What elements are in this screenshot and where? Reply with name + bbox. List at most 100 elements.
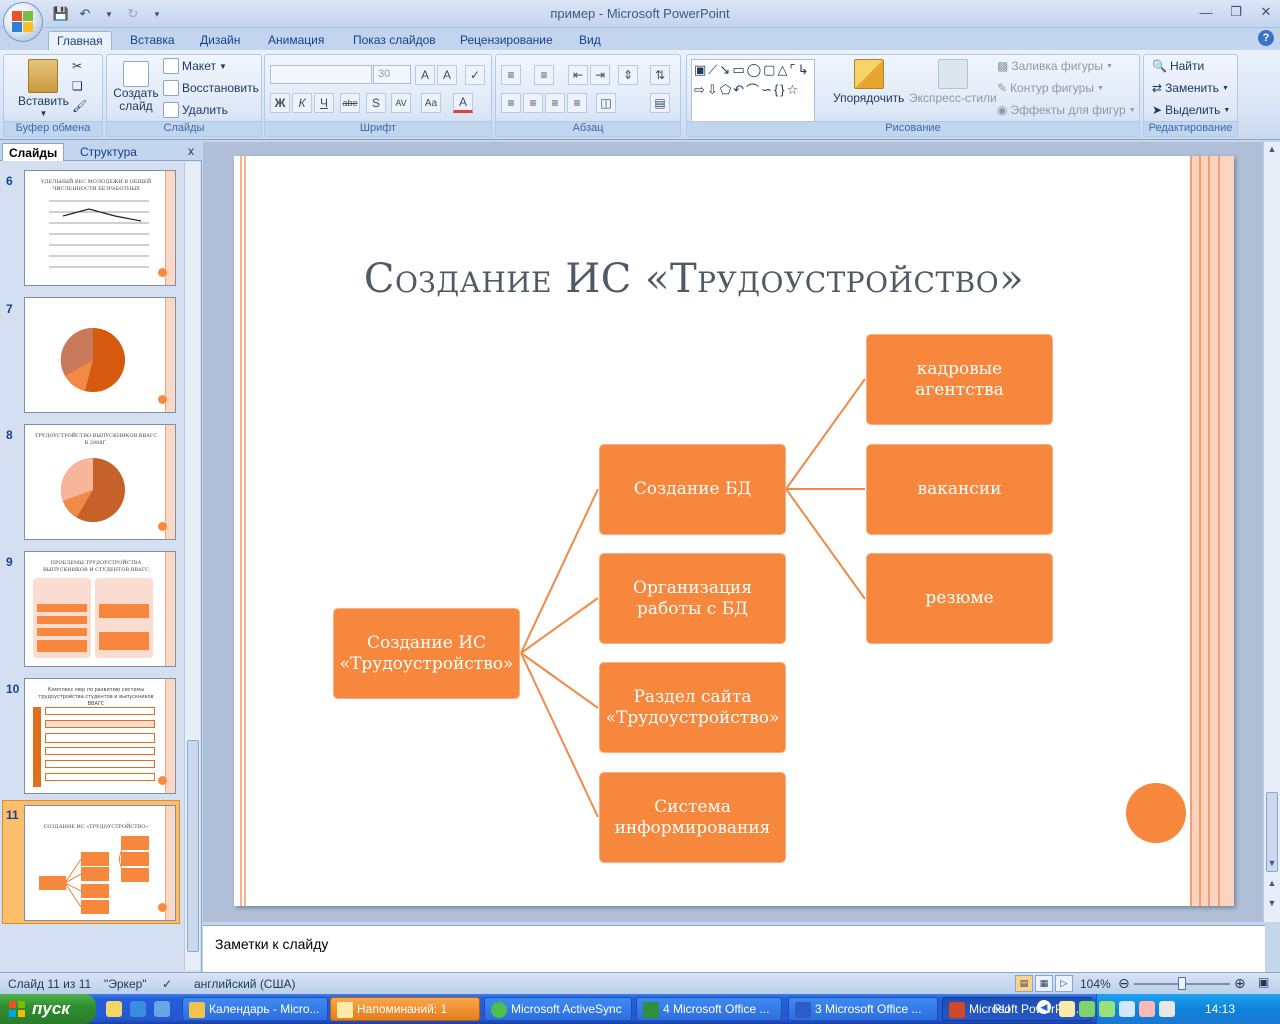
wave-shape-icon[interactable]: ∽	[761, 82, 772, 98]
flowchart-shape-icon[interactable]: ⬠	[720, 82, 731, 98]
diagram-node-db[interactable]: Создание БД	[599, 444, 786, 535]
language-bar[interactable]: RU	[993, 1002, 1010, 1016]
zoom-in-icon[interactable]: ⊕	[1234, 975, 1246, 992]
help-icon[interactable]: ?	[1258, 30, 1274, 46]
security-tray-icon[interactable]	[1139, 1001, 1155, 1017]
align-text-icon[interactable]: ▤	[650, 93, 670, 113]
minimize-icon[interactable]: —	[1198, 3, 1214, 21]
zoom-slider-handle[interactable]	[1178, 977, 1186, 990]
rectangle-shape-icon[interactable]: ▭	[732, 62, 744, 78]
textbox-shape-icon[interactable]: ▣	[694, 62, 706, 78]
taskbar-activesync[interactable]: Microsoft ActiveSync	[484, 997, 632, 1021]
italic-icon[interactable]: К	[292, 93, 312, 113]
brace-left-icon[interactable]: {	[774, 82, 778, 97]
curve-shape-icon[interactable]: ↶	[733, 82, 744, 98]
tray-expand-icon[interactable]: ◀	[1037, 1000, 1051, 1014]
clear-format-icon[interactable]: ✓	[465, 65, 485, 85]
shapes-gallery[interactable]: ▣ ⟋ ↘ ▭ ◯ ▢ △ ⌜ ↳ ⇨ ⇩ ⬠ ↶ ⌒ ∽{} ☆	[691, 59, 815, 123]
arc-shape-icon[interactable]: ⌒	[746, 80, 759, 99]
arrange-button[interactable]: Упорядочить	[833, 59, 904, 105]
oval-shape-icon[interactable]: ◯	[747, 62, 762, 78]
scroll-up-icon[interactable]: ▲	[1265, 144, 1279, 158]
slide-thumbnail-10[interactable]: Комплекс мер по развитию системы трудоус…	[24, 678, 176, 794]
slide-sorter-icon[interactable]: ▦	[1035, 975, 1053, 992]
desktop-quicklaunch-icon[interactable]	[154, 1001, 170, 1017]
char-spacing-icon[interactable]: AV	[391, 93, 411, 113]
next-slide-icon[interactable]: ▼	[1265, 898, 1279, 912]
align-right-icon[interactable]: ≡	[545, 93, 565, 113]
tab-home[interactable]: Главная	[48, 31, 112, 50]
numbering-icon[interactable]: ≡	[534, 65, 554, 85]
close-icon[interactable]: ✕	[1258, 3, 1274, 21]
taskbar-office-group-4[interactable]: 4 Microsoft Office ...	[636, 997, 782, 1021]
ie-quicklaunch-icon[interactable]	[130, 1001, 146, 1017]
slide-thumbnail-6[interactable]: УДЕЛЬНЫЙ ВЕС МОЛОДЕЖИ В ОБЩЕЙ ЧИСЛЕННОСТ…	[24, 170, 176, 286]
shape-effects-button[interactable]: ◉ Эффекты для фигур ▼	[997, 103, 1136, 117]
change-case-icon[interactable]: Aa	[421, 93, 441, 113]
slide-thumbnail-8[interactable]: ТРУДОУСТРОЙСТВО ВЫПУСКНИКОВ ВВАГС В 2008…	[24, 424, 176, 540]
layout-button[interactable]: Макет ▼	[163, 58, 227, 74]
previous-slide-icon[interactable]: ▲	[1265, 878, 1279, 892]
brace-right-icon[interactable]: }	[780, 82, 784, 97]
slide-vertical-scrollbar[interactable]: ▲ ▼ ▲ ▼	[1263, 142, 1280, 922]
outlook-quicklaunch-icon[interactable]	[106, 1001, 122, 1017]
align-center-icon[interactable]: ≡	[523, 93, 543, 113]
rounded-rect-shape-icon[interactable]: ▢	[763, 62, 775, 78]
slide-canvas[interactable]: Создание ИС «Трудоустройство» Создание И…	[234, 156, 1234, 906]
find-button[interactable]: 🔍 Найти	[1152, 59, 1204, 73]
diagram-node-site[interactable]: Раздел сайта «Трудоустройство»	[599, 662, 786, 753]
slide-thumbnail-9[interactable]: ПРОБЛЕМЫ ТРУДОУСТРОЙСТВА ВЫПУСКНИКОВ И С…	[24, 551, 176, 667]
copy-icon[interactable]: ❏	[72, 79, 83, 93]
volume-tray-icon[interactable]	[1159, 1001, 1175, 1017]
slides-pane-scrollbar[interactable]	[184, 162, 200, 970]
taskbar-reminders[interactable]: Напоминаний: 1	[330, 997, 480, 1021]
line-spacing-icon[interactable]: ⇕	[618, 65, 638, 85]
new-slide-button[interactable]: Создать слайд	[113, 61, 159, 113]
delete-slide-button[interactable]: Удалить	[163, 102, 228, 118]
mail-tray-icon[interactable]	[1059, 1001, 1075, 1017]
diagram-node-resume[interactable]: резюме	[866, 553, 1053, 644]
close-pane-icon[interactable]: x	[188, 144, 194, 158]
tab-insert[interactable]: Вставка	[122, 31, 183, 50]
theme-name[interactable]: "Эркер"	[104, 977, 147, 991]
diagram-node-root[interactable]: Создание ИС «Трудоустройство»	[333, 608, 520, 699]
maximize-icon[interactable]: ❐	[1228, 3, 1244, 21]
diagram-node-vacancies[interactable]: вакансии	[866, 444, 1053, 535]
grow-font-icon[interactable]: A	[415, 65, 435, 85]
select-button[interactable]: ➤ Выделить ▼	[1152, 103, 1230, 117]
increase-indent-icon[interactable]: ⇥	[590, 65, 610, 85]
sync-tray-icon[interactable]	[1079, 1001, 1095, 1017]
office-button[interactable]	[3, 2, 43, 42]
font-size-combo[interactable]: 30	[373, 65, 411, 84]
tab-animation[interactable]: Анимация	[260, 31, 332, 50]
taskbar-office-group-3[interactable]: 3 Microsoft Office ...	[788, 997, 938, 1021]
justify-icon[interactable]: ≡	[567, 93, 587, 113]
shrink-font-icon[interactable]: A	[437, 65, 457, 85]
diagram-node-org[interactable]: Организация работы с БД	[599, 553, 786, 644]
shape-outline-button[interactable]: ✎ Контур фигуры ▼	[997, 81, 1104, 95]
elbow-connector-icon[interactable]: ⌜	[789, 62, 795, 78]
scrollbar-thumb[interactable]	[187, 740, 199, 952]
replace-button[interactable]: ⇄ Заменить ▼	[1152, 81, 1229, 95]
diagram-node-agencies[interactable]: кадровые агентства	[866, 334, 1053, 425]
slideshow-icon[interactable]: ▷	[1055, 975, 1073, 992]
tab-outline[interactable]: Структура	[74, 143, 143, 161]
align-left-icon[interactable]: ≡	[501, 93, 521, 113]
quick-styles-button[interactable]: Экспресс-стили	[909, 59, 997, 105]
curved-connector-icon[interactable]: ↳	[798, 62, 809, 78]
app-tray-icon[interactable]	[1099, 1001, 1115, 1017]
slide-thumbnail-7[interactable]	[24, 297, 176, 413]
triangle-shape-icon[interactable]: △	[777, 62, 787, 78]
shadow-icon[interactable]: S	[366, 93, 386, 113]
taskbar-calendar[interactable]: Календарь - Micro...	[182, 997, 328, 1021]
shape-fill-button[interactable]: ▩ Заливка фигуры ▼	[997, 59, 1113, 73]
clock[interactable]: 14:13	[1205, 1002, 1235, 1016]
bullets-icon[interactable]: ≡	[501, 65, 521, 85]
font-name-combo[interactable]	[270, 65, 372, 84]
zoom-out-icon[interactable]: ⊖	[1118, 975, 1130, 992]
tab-design[interactable]: Дизайн	[192, 31, 248, 50]
normal-view-icon[interactable]: ▤	[1015, 975, 1033, 992]
language-indicator[interactable]: английский (США)	[194, 977, 295, 991]
scroll-down-icon[interactable]: ▼	[1265, 858, 1279, 872]
font-color-icon[interactable]: A	[453, 93, 473, 113]
